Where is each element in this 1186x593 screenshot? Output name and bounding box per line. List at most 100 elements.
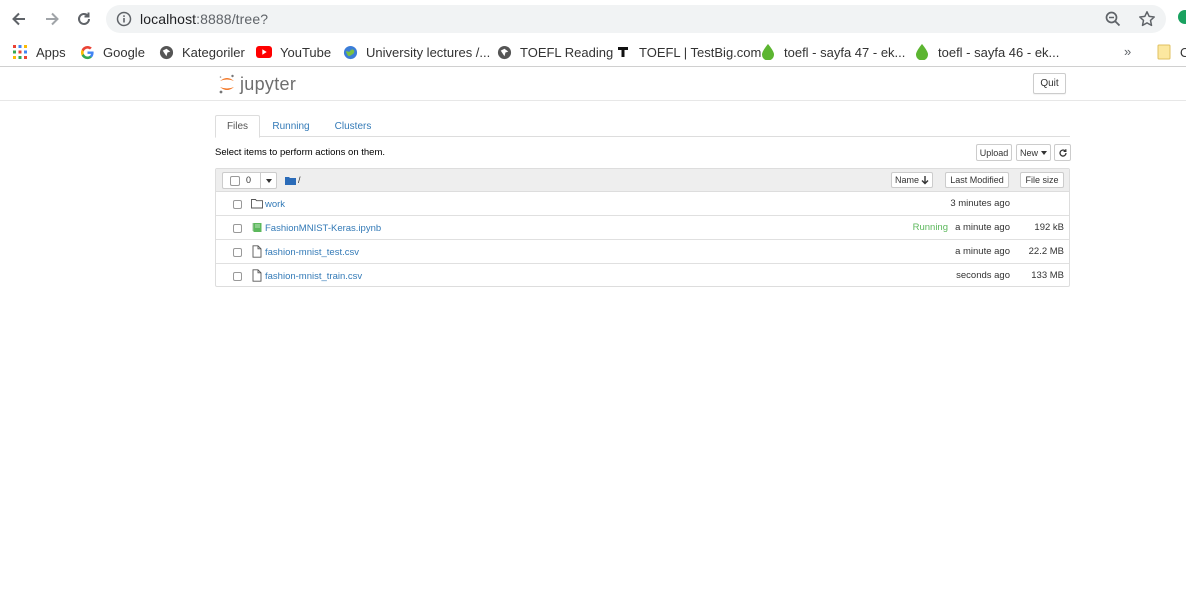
- arrow-left-icon: [12, 12, 25, 26]
- bookmark-apps[interactable]: Apps: [12, 42, 66, 62]
- bookmark-label: YouTube: [280, 44, 332, 60]
- breadcrumb-root: /: [298, 175, 301, 185]
- google-icon: [79, 44, 95, 60]
- last-modified: a minute ago: [955, 222, 1010, 233]
- bookmark-google[interactable]: Google: [79, 42, 145, 62]
- last-modified: a minute ago: [955, 246, 1010, 257]
- file-icon: [252, 245, 262, 258]
- file-size: 133 MB: [1031, 270, 1064, 281]
- last-modified: seconds ago: [956, 270, 1010, 281]
- select-all-checkbox[interactable]: [230, 176, 240, 186]
- jupyter-logo-text: jupyter: [240, 73, 297, 94]
- sort-name-label: Name: [894, 175, 919, 185]
- bookmark-label: O: [1180, 44, 1186, 60]
- file-list: 0 / Name Last Modified File size work 3 …: [215, 168, 1070, 287]
- folder-icon: [1156, 44, 1172, 60]
- globe-icon: [158, 44, 174, 60]
- url-host: localhost: [140, 11, 197, 27]
- running-status: Running: [912, 222, 948, 233]
- drop-icon: [914, 44, 930, 60]
- address-bar[interactable]: localhost:8888/tree?: [106, 5, 1166, 33]
- list-item[interactable]: work 3 minutes ago: [216, 192, 1069, 216]
- apps-grid-icon: [12, 44, 28, 60]
- url-path: :8888/tree?: [196, 11, 269, 27]
- bookmark-youtube[interactable]: YouTube: [256, 42, 331, 62]
- profile-avatar[interactable]: [1178, 10, 1186, 24]
- refresh-button[interactable]: [1054, 144, 1071, 161]
- file-name-link[interactable]: fashion-mnist_train.csv: [265, 271, 362, 282]
- bookmark-toefl-reading[interactable]: TOEFL Reading: [496, 42, 613, 62]
- list-item[interactable]: fashion-mnist_test.csv a minute ago 22.2…: [216, 240, 1069, 264]
- browser-toolbar: localhost:8888/tree?: [0, 0, 1186, 37]
- quit-button[interactable]: Quit: [1033, 73, 1066, 94]
- bookmark-toefl-46[interactable]: toefl - sayfa 46 - ek...: [914, 42, 1059, 62]
- list-item[interactable]: fashion-mnist_train.csv seconds ago 133 …: [216, 264, 1069, 288]
- forward-button[interactable]: [41, 8, 63, 30]
- folder-icon: [251, 199, 263, 209]
- bookmarks-bar: Apps Google Kategoriler YouTube Universi…: [0, 37, 1186, 67]
- back-button[interactable]: [8, 8, 30, 30]
- jupyter-header: jupyter Quit: [0, 68, 1186, 101]
- select-menu-button[interactable]: [260, 173, 277, 188]
- folder-home-icon: [285, 176, 296, 185]
- file-size: 192 kB: [1034, 222, 1064, 233]
- bookmark-label: Apps: [36, 44, 66, 60]
- file-name-link[interactable]: fashion-mnist_test.csv: [265, 247, 359, 258]
- breadcrumb[interactable]: /: [285, 175, 301, 185]
- info-icon[interactable]: [116, 11, 132, 32]
- bookmark-toefl-47[interactable]: toefl - sayfa 47 - ek...: [760, 42, 905, 62]
- caret-down-icon: [1041, 150, 1048, 155]
- bookmark-university-lectures[interactable]: University lectures /...: [342, 42, 490, 62]
- last-modified: 3 minutes ago: [950, 198, 1010, 209]
- bookmark-label: TOEFL | TestBig.com: [639, 44, 762, 60]
- new-label: New: [1020, 147, 1039, 158]
- arrow-right-icon: [46, 12, 59, 26]
- jupyter-logo-icon: [219, 74, 234, 94]
- row-checkbox[interactable]: [233, 272, 242, 281]
- file-name-link[interactable]: work: [265, 199, 285, 210]
- tab-running[interactable]: Running: [267, 115, 315, 137]
- tab-files[interactable]: Files: [215, 115, 260, 138]
- sort-last-modified-button[interactable]: Last Modified: [945, 172, 1009, 188]
- arrow-down-icon: [921, 175, 929, 184]
- sort-name-button[interactable]: Name: [891, 172, 933, 188]
- bookmark-testbig[interactable]: TOEFL | TestBig.com: [615, 42, 761, 62]
- zoom-icon[interactable]: [1104, 10, 1122, 33]
- drop-icon: [760, 44, 776, 60]
- file-icon: [252, 269, 262, 282]
- bookmark-other[interactable]: O: [1156, 42, 1186, 62]
- row-checkbox[interactable]: [233, 200, 242, 209]
- file-name-link[interactable]: FashionMNIST-Keras.ipynb: [265, 223, 381, 234]
- tab-clusters[interactable]: Clusters: [329, 115, 377, 137]
- sort-file-size-button[interactable]: File size: [1020, 172, 1064, 188]
- bookmark-label: University lectures /...: [366, 44, 491, 60]
- reload-icon: [78, 12, 90, 25]
- row-checkbox[interactable]: [233, 248, 242, 257]
- bookmark-label: Kategoriler: [182, 44, 245, 60]
- bookmark-star-icon[interactable]: [1138, 10, 1156, 33]
- list-header: 0 / Name Last Modified File size: [216, 169, 1069, 192]
- bookmark-label: toefl - sayfa 47 - ek...: [784, 44, 906, 60]
- select-all-group[interactable]: 0: [222, 172, 277, 189]
- row-checkbox[interactable]: [233, 224, 242, 233]
- testbig-icon: [615, 44, 631, 60]
- instructions-text: Select items to perform actions on them.: [215, 147, 386, 158]
- list-item[interactable]: FashionMNIST-Keras.ipynb Running a minut…: [216, 216, 1069, 240]
- bookmark-label: toefl - sayfa 46 - ek...: [938, 44, 1060, 60]
- jupyter-logo[interactable]: jupyter: [218, 73, 296, 95]
- upload-button[interactable]: Upload: [976, 144, 1012, 161]
- bookmarks-more-button[interactable]: »: [1124, 44, 1131, 59]
- selected-count: 0: [246, 175, 252, 185]
- caret-down-icon: [266, 178, 272, 183]
- tab-bar: Files Running Clusters: [215, 115, 1070, 138]
- youtube-icon: [256, 44, 272, 60]
- notebook-icon: [252, 223, 262, 232]
- bookmark-kategoriler[interactable]: Kategoriler: [158, 42, 245, 62]
- globe-icon: [496, 44, 512, 60]
- refresh-icon: [1058, 148, 1067, 157]
- new-dropdown[interactable]: New: [1016, 144, 1051, 161]
- bookmark-label: Google: [103, 44, 145, 60]
- bookmark-label: TOEFL Reading: [520, 44, 614, 60]
- reload-button[interactable]: [73, 8, 95, 30]
- globe-icon: [342, 44, 358, 60]
